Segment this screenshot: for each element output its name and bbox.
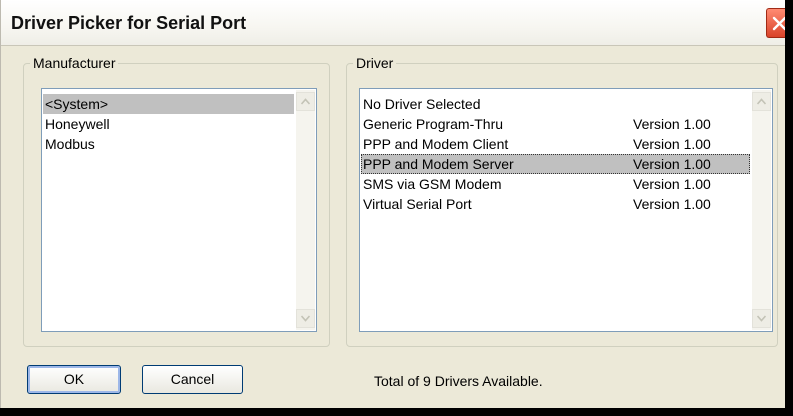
- driver-name: No Driver Selected: [363, 96, 481, 112]
- driver-item[interactable]: PPP and Modem Client Version 1.00: [361, 134, 750, 154]
- driver-list[interactable]: No Driver Selected Generic Program-Thru …: [359, 88, 773, 332]
- scroll-up-button[interactable]: [752, 92, 771, 111]
- scroll-down-icon: [301, 315, 310, 322]
- driver-name: Generic Program-Thru: [363, 116, 504, 132]
- driver-item[interactable]: PPP and Modem Server Version 1.00: [361, 154, 750, 174]
- scroll-up-icon: [757, 98, 766, 105]
- window-title: Driver Picker for Serial Port: [11, 13, 247, 33]
- driver-picker-dialog: Driver Picker for Serial Port Manufactur…: [0, 0, 792, 408]
- driver-scrollbar[interactable]: [752, 90, 771, 330]
- cancel-button[interactable]: Cancel: [142, 365, 243, 394]
- scroll-down-button[interactable]: [296, 309, 315, 328]
- driver-name: PPP and Modem Server: [363, 156, 514, 172]
- driver-version: Version 1.00: [633, 116, 711, 132]
- driver-name: Virtual Serial Port: [363, 196, 472, 212]
- driver-item[interactable]: Virtual Serial Port Version 1.00: [361, 194, 750, 214]
- driver-item[interactable]: SMS via GSM Modem Version 1.00: [361, 174, 750, 194]
- driver-item[interactable]: No Driver Selected: [361, 94, 750, 114]
- driver-name: SMS via GSM Modem: [363, 176, 502, 192]
- driver-version: Version 1.00: [633, 156, 711, 172]
- window-edge-bottom: [0, 408, 793, 416]
- driver-version: Version 1.00: [633, 136, 711, 152]
- window-edge-right: [785, 0, 793, 416]
- driver-version: Version 1.00: [633, 176, 711, 192]
- scroll-up-icon: [301, 98, 310, 105]
- driver-item[interactable]: Generic Program-Thru Version 1.00: [361, 114, 750, 134]
- manufacturer-item[interactable]: Modbus: [43, 134, 294, 154]
- manufacturer-list[interactable]: <System> Honeywell Modbus: [41, 88, 317, 332]
- ok-button[interactable]: OK: [27, 365, 121, 394]
- drivers-available-status: Total of 9 Drivers Available.: [374, 373, 543, 389]
- title-bar: Driver Picker for Serial Port: [1, 0, 792, 46]
- scroll-down-icon: [757, 315, 766, 322]
- manufacturer-label: Manufacturer: [33, 55, 116, 71]
- scroll-up-button[interactable]: [296, 92, 315, 111]
- driver-name: PPP and Modem Client: [363, 136, 509, 152]
- manufacturer-item[interactable]: <System>: [43, 94, 294, 114]
- scroll-down-button[interactable]: [752, 309, 771, 328]
- manufacturer-item[interactable]: Honeywell: [43, 114, 294, 134]
- driver-version: Version 1.00: [633, 196, 711, 212]
- driver-label: Driver: [356, 55, 394, 71]
- manufacturer-scrollbar[interactable]: [296, 90, 315, 330]
